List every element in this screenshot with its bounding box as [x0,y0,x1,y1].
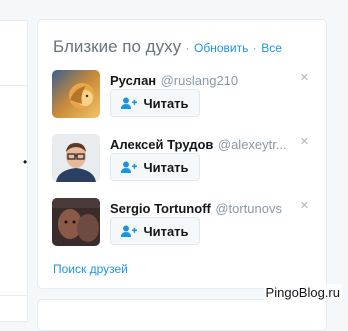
header-separator: · [252,41,257,55]
user-info: Руслан @ruslang210 [110,72,292,90]
follow-button[interactable]: Читать [110,89,200,117]
left-column-card: • [0,20,28,322]
dark-photo-avatar[interactable] [52,198,100,246]
user-name[interactable]: Руслан [110,73,156,88]
user-handle: @alexeytr... [217,137,287,152]
follow-label: Читать [143,223,189,239]
find-friends-link[interactable]: Поиск друзей [53,262,128,276]
user-name[interactable]: Алексей Трудов [110,137,213,152]
suggested-user: Руслан @ruslang210 Читать × [52,70,322,122]
add-user-icon [121,161,138,173]
left-divider-bottom [0,295,27,296]
user-handle: @ruslang210 [160,73,239,88]
add-user-icon [121,97,138,109]
man-glasses-avatar[interactable] [52,134,100,182]
view-all-link[interactable]: Все [261,41,282,55]
follow-button[interactable]: Читать [110,217,200,245]
left-bullet: • [23,155,28,169]
refresh-link[interactable]: Обновить [194,41,248,55]
add-user-icon [121,225,138,237]
next-card [37,299,327,331]
who-to-follow-card: Близкие по духу · Обновить · Все Руслан … [37,19,327,289]
header-separator: · [185,41,190,55]
follow-label: Читать [143,95,189,111]
user-info: Sergio Tortunoff @tortunovs [110,200,292,218]
close-icon[interactable]: × [300,70,309,86]
close-icon[interactable]: × [300,134,309,150]
watermark: PingoBlog.ru [263,284,342,301]
close-icon[interactable]: × [300,198,309,214]
lion-avatar[interactable] [52,70,100,118]
card-header: Близкие по духу · Обновить · Все [53,37,282,57]
suggested-user: Sergio Tortunoff @tortunovs Читать × [52,198,322,250]
follow-label: Читать [143,159,189,175]
follow-button[interactable]: Читать [110,153,200,181]
user-name[interactable]: Sergio Tortunoff [110,201,211,216]
user-info: Алексей Трудов @alexeytr... [110,136,292,154]
user-handle: @tortunovs [215,201,282,216]
left-divider [0,85,27,86]
suggested-user: Алексей Трудов @alexeytr... Читать × [52,134,322,186]
card-title: Близкие по духу [53,37,182,56]
